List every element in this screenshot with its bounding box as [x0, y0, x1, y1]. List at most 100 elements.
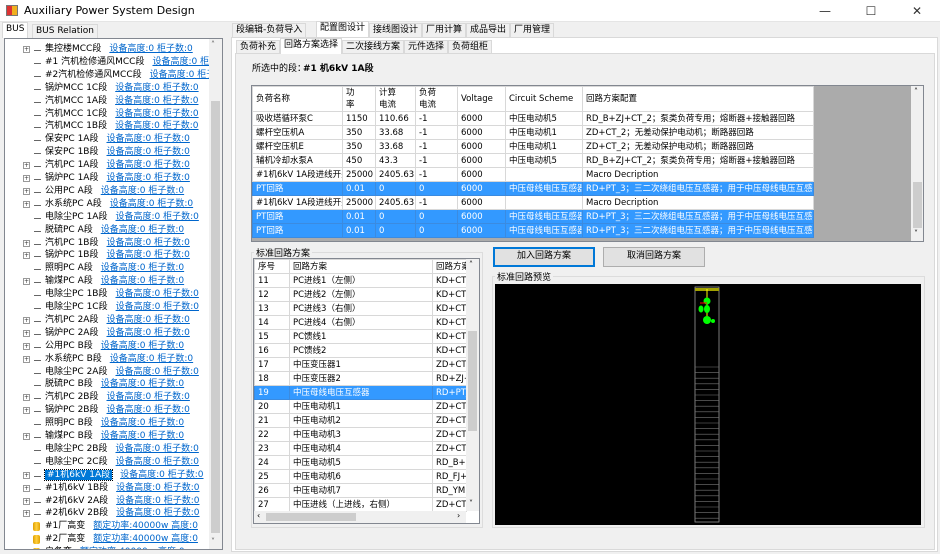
expand-icon[interactable]: + — [23, 407, 30, 415]
table-cell[interactable]: RD_YM+ — [432, 483, 467, 498]
table-row[interactable]: PT回路 0.01 0 0 6000 中压母线电压互感器 RD+PT_3；三二次绕组电压互感… — [252, 223, 814, 238]
tree-node-link[interactable]: 设备高度:0 柜子数:0 — [101, 341, 184, 351]
table-cell[interactable]: RD+PT_3；三二次绕组电压互感器；用于中压母线电压互感器 — [582, 223, 814, 238]
table-row[interactable]: 23中压电动机4ZD+CT_ — [254, 441, 467, 456]
table-row[interactable]: #1机6kV 1A段进线开关 25000 2405.63 -1 6000 Macro De… — [252, 167, 814, 182]
table-cell[interactable]: PT回路 — [252, 209, 343, 224]
tree-node[interactable]: #1厂高变 额定功率:40000w 高度:0 — [23, 520, 198, 533]
tree-node-link[interactable]: 设备高度:0 柜子数:0 — [115, 109, 198, 119]
tree-node-link[interactable]: 设备高度:0 柜子数:0 — [115, 121, 198, 131]
tree-node[interactable]: + 公用PC B段 设备高度:0 柜子数:0 — [23, 340, 184, 353]
table-row[interactable]: 19中压母线电压互感器RD+PT_ — [254, 385, 467, 400]
tree-node-link[interactable]: 设备高度:0 柜子数:0 — [116, 302, 199, 312]
tree-node[interactable]: 锅炉MCC 1C段 设备高度:0 柜子数:0 — [23, 82, 199, 95]
table-cell[interactable]: 17 — [254, 357, 290, 372]
table-cell[interactable]: 22 — [254, 427, 290, 442]
tab-sub-0[interactable]: 负荷补充 — [236, 40, 281, 54]
table-cell[interactable]: Macro Decription — [582, 195, 814, 210]
tree-node-label[interactable]: 汽机MCC 1A段 — [45, 96, 107, 106]
table-row[interactable]: PT回路 0.01 0 0 6000 中压母线电压互感器 RD+PT_3；三二次绕组电压互感… — [252, 209, 814, 224]
tree-node-label[interactable]: 输煤PC B段 — [45, 431, 93, 441]
tree-node[interactable]: #2厂高变额定功率:40000w 高度:0 — [23, 533, 198, 546]
table-cell[interactable]: 0.01 — [342, 181, 376, 196]
close-button[interactable]: ✕ — [894, 0, 940, 22]
table-cell[interactable]: Macro Decription — [582, 167, 814, 182]
table-cell[interactable]: 2405.63 — [375, 167, 416, 182]
table-cell[interactable]: PC馈线2 — [289, 343, 433, 358]
table-cell[interactable]: 6000 — [457, 181, 506, 196]
table-cell[interactable]: 0 — [375, 223, 416, 238]
tree-node[interactable]: + #2机6kV 2A段 设备高度:0 柜子数:0 — [23, 495, 200, 508]
table-cell[interactable]: ZD+CT_ — [432, 427, 467, 442]
table-cell[interactable]: #1机6kV 1A段进线开关 — [252, 167, 343, 182]
table-cell[interactable]: -1 — [415, 167, 458, 182]
expand-icon[interactable]: + — [23, 252, 30, 260]
tree-node-label[interactable]: 电除尘PC 2A段 — [45, 367, 107, 377]
expand-icon[interactable]: + — [23, 433, 30, 440]
tab-sub-2[interactable]: 二次接线方案 — [342, 40, 405, 54]
table-cell[interactable]: 中压进线（上进线，右侧） — [289, 497, 433, 512]
table-cell[interactable]: 6000 — [457, 139, 506, 154]
tree-node[interactable]: + 集控楼MCC段 设备高度:0 柜子数:0 — [23, 43, 193, 56]
table-cell[interactable]: 中压变压器1 — [289, 357, 433, 372]
table-cell[interactable]: 110.66 — [375, 111, 416, 126]
column-header[interactable]: 序号 — [254, 259, 290, 274]
table-cell[interactable]: 350 — [342, 125, 376, 140]
tab-bus-relation[interactable]: BUS Relation — [32, 24, 98, 38]
scroll-up-icon[interactable]: ˄ — [914, 87, 918, 96]
tree-node-label[interactable]: #1机6kV 1A段 — [43, 468, 114, 481]
table-cell[interactable]: 6000 — [457, 125, 506, 140]
tree-node[interactable]: 启备变 额定功率:40000w 高度:0 — [23, 546, 185, 549]
expand-icon[interactable]: + — [23, 497, 30, 505]
tree-node-link[interactable]: 设备高度:0 柜子数:0 — [106, 405, 189, 415]
table-cell[interactable]: 中压电动机1 — [505, 125, 583, 140]
table-cell[interactable]: ZD+CT_ — [432, 497, 467, 512]
table-cell[interactable]: PC馈线1 — [289, 329, 433, 344]
table-cell[interactable]: PC进线3（右侧） — [289, 301, 433, 316]
table-cell[interactable]: KD+CT； — [432, 315, 467, 330]
table-cell[interactable]: -1 — [415, 139, 458, 154]
table-row[interactable]: 17中压变压器1ZD+CT_ — [254, 357, 467, 372]
table-cell[interactable]: RD_FJ+Z — [432, 469, 467, 484]
tree-node-link[interactable]: 设备高度:0 柜子数:0 — [115, 212, 198, 222]
tree-node-link[interactable]: 设备高度:0 柜子数:0 — [106, 238, 189, 248]
column-header[interactable]: 计算 电流 — [375, 86, 416, 112]
tree-node-link[interactable]: 设备高度:0 柜子数:0 — [106, 134, 189, 144]
tree-node-label[interactable]: 汽机PC 1A段 — [45, 160, 98, 170]
expand-icon[interactable]: + — [23, 342, 30, 350]
table-cell[interactable]: RD_B+Z — [432, 455, 467, 470]
tree-node-label[interactable]: #1厂高变 — [45, 521, 85, 531]
table-cell[interactable]: 0.01 — [342, 209, 376, 224]
table-cell[interactable]: 25000 — [342, 195, 376, 210]
tree-node-link[interactable]: 额定功率:40000w 高度:0 — [80, 547, 185, 549]
table-row[interactable]: 14PC进线4（右侧）KD+CT； — [254, 315, 467, 330]
tree-node[interactable]: + #1机6kV 1A段 设备高度:0 柜子数:0 — [23, 468, 204, 482]
table-cell[interactable]: 16 — [254, 343, 290, 358]
table-cell[interactable]: 12 — [254, 287, 290, 302]
table-cell[interactable]: -1 — [415, 195, 458, 210]
tab-sub-4[interactable]: 负荷组柜 — [448, 40, 493, 54]
tree-node[interactable]: + 锅炉PC 1A段 设备高度:0 柜子数:0 — [23, 172, 190, 185]
scroll-down-icon[interactable]: ˅ — [469, 499, 473, 508]
tree-node-label[interactable]: 汽机PC 2B段 — [45, 392, 98, 402]
tree-node-label[interactable]: 锅炉PC 1A段 — [45, 173, 98, 183]
tree-node-label[interactable]: #2厂高变 — [45, 534, 85, 544]
tree-node-link[interactable]: 设备高度:0 柜子数:0 — [116, 457, 199, 467]
tree-node[interactable]: + 水系统PC B段 设备高度:0 柜子数:0 — [23, 353, 193, 366]
tree-node-label[interactable]: 照明PC A段 — [45, 263, 93, 273]
table-cell[interactable]: 25 — [254, 469, 290, 484]
table-cell[interactable]: ZD+CT_ — [432, 441, 467, 456]
table-row[interactable]: 辅机冷却水泵A 450 43.3 -1 6000 中压电动机5 RD_B+ZJ+CT_2；泵… — [252, 153, 814, 168]
table-cell[interactable]: 中压电动机2 — [289, 413, 433, 428]
tree-node[interactable]: 电除尘PC 1C段 设备高度:0 柜子数:0 — [23, 301, 199, 314]
table-cell[interactable]: 辅机冷却水泵A — [252, 153, 343, 168]
table-cell[interactable]: 23 — [254, 441, 290, 456]
table-cell[interactable]: 0 — [375, 181, 416, 196]
tab-main-1[interactable]: 配置图设计 — [316, 21, 370, 37]
tab-sub-1[interactable]: 回路方案选择 — [280, 38, 343, 54]
tree-node-label[interactable]: 公用PC B段 — [45, 341, 93, 351]
column-header[interactable]: 回路方案 — [432, 259, 467, 274]
table-cell[interactable]: 中压电动机5 — [289, 455, 433, 470]
expand-icon[interactable]: + — [23, 484, 30, 492]
table-cell[interactable]: 33.68 — [375, 125, 416, 140]
